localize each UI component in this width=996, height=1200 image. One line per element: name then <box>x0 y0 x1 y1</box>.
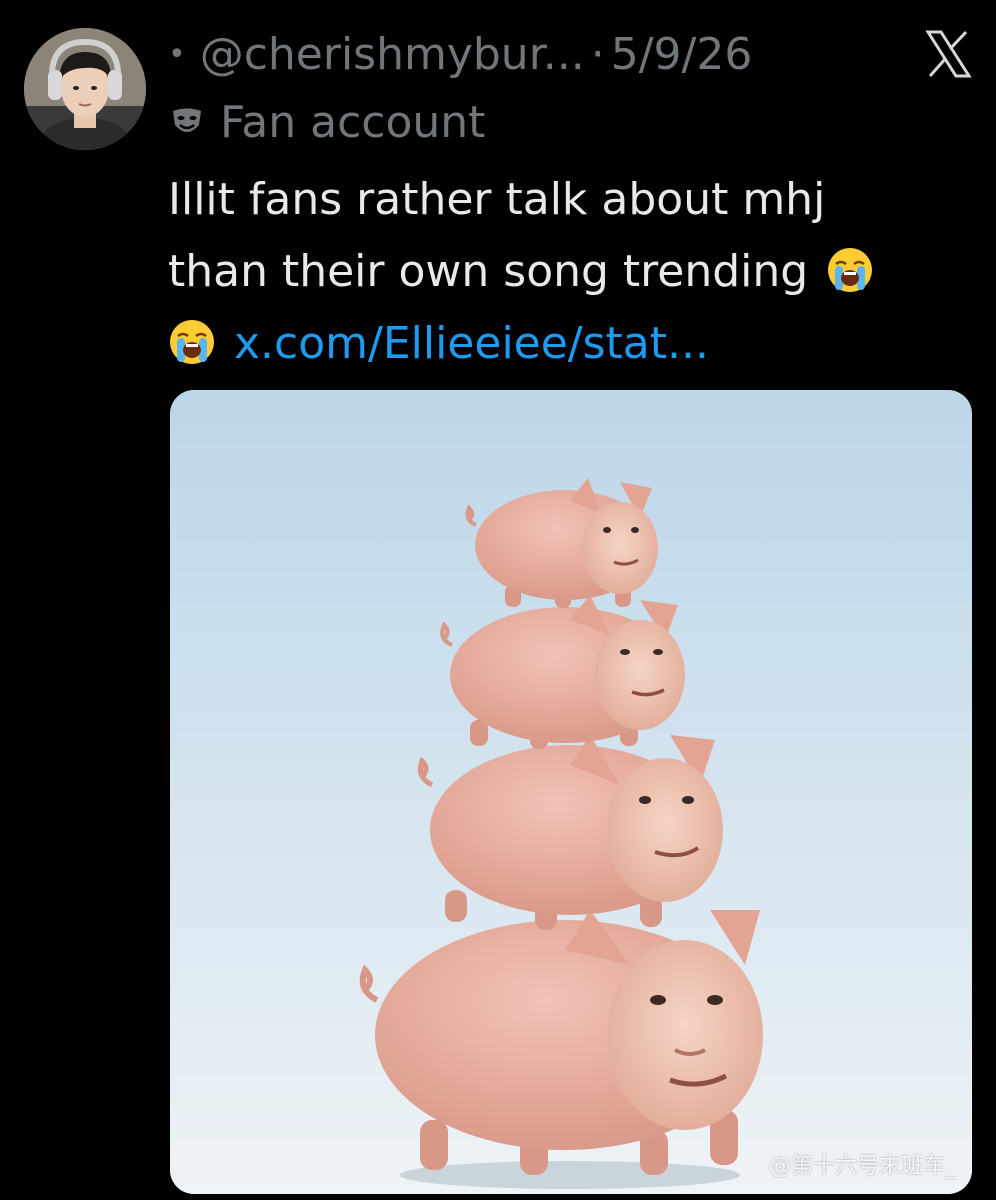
account-label-text: Fan account <box>220 96 486 148</box>
loudly-crying-face-emoji <box>828 248 873 292</box>
tweet-date[interactable]: 5/9/26 <box>611 29 753 80</box>
tweet-media-image[interactable]: @第十六号末班车_ <box>170 390 972 1194</box>
bullet-dot: • <box>168 36 186 72</box>
avatar[interactable] <box>24 28 146 150</box>
tweet-header: • @cherishmybur... · 5/9/26 <box>168 24 976 84</box>
tweet-text-line-2: than their own song trending <box>168 236 958 308</box>
tweet-text: Illit fans rather talk about mhj than th… <box>168 164 958 380</box>
account-label: Fan account <box>170 92 485 152</box>
tweet-text-line-2-text: than their own song trending <box>168 246 809 297</box>
image-watermark: @第十六号末班车_ <box>768 1154 956 1179</box>
user-handle[interactable]: @cherishmybur... <box>200 29 585 80</box>
x-logo-icon <box>925 30 972 78</box>
tweet-text-line-1: Illit fans rather talk about mhj <box>168 174 826 225</box>
loudly-crying-face-emoji <box>170 320 214 364</box>
tweet-link[interactable]: x.com/Ellieeiee/stat... <box>234 318 709 369</box>
header-separator: · <box>590 28 605 80</box>
theater-mask-icon <box>173 108 201 132</box>
tweet-text-line-3: x.com/Ellieeiee/stat... <box>168 308 958 380</box>
